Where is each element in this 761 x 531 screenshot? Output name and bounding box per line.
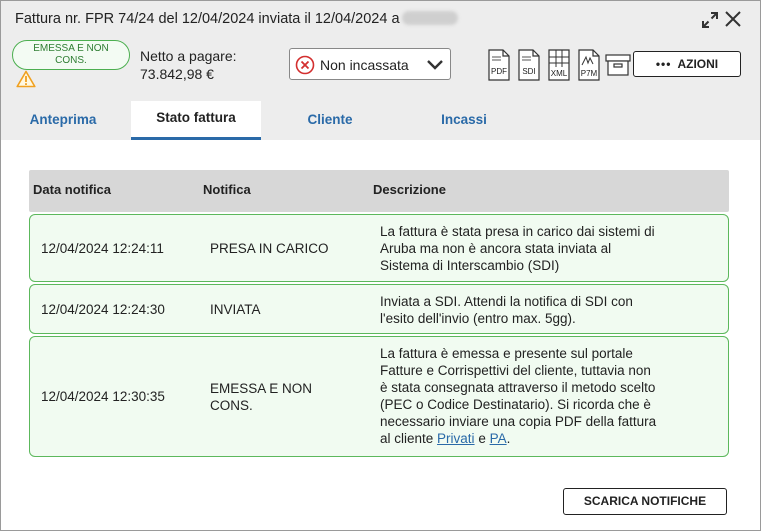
azioni-label: AZIONI — [677, 57, 719, 71]
tab-bar: Anteprima Stato fattura Cliente Incassi — [1, 101, 760, 140]
row-date: 12/04/2024 12:24:30 — [41, 302, 165, 317]
row-date: 12/04/2024 12:30:35 — [41, 389, 165, 404]
scarica-notifiche-button[interactable]: SCARICA NOTIFICHE — [563, 488, 727, 515]
expand-icon[interactable] — [701, 11, 719, 29]
row-notifica: INVIATA — [210, 302, 261, 317]
dialog-title-text: Fattura nr. FPR 74/24 del 12/04/2024 inv… — [15, 11, 400, 27]
row-descrizione: Inviata a SDI. Attendi la notifica di SD… — [380, 293, 680, 327]
col-data-notifica: Data notifica — [33, 182, 112, 197]
desc-line: è stata consegnata attraverso il metodo … — [380, 380, 656, 395]
desc-text: e — [474, 431, 490, 446]
status-badge-line2: CONS. — [55, 55, 87, 66]
table-header: Data notifica Notifica Descrizione — [29, 170, 729, 212]
invoice-dialog: Fattura nr. FPR 74/24 del 12/04/2024 inv… — [0, 0, 761, 531]
row-descrizione: La fattura è stata presa in carico dai s… — [380, 223, 680, 274]
tab-incassi[interactable]: Incassi — [421, 101, 507, 140]
row-date: 12/04/2024 12:24:11 — [41, 241, 164, 256]
desc-line: Aruba ma non è ancora stata inviata al — [380, 241, 612, 256]
desc-line: Inviata a SDI. Attendi la notifica di SD… — [380, 294, 633, 309]
close-icon[interactable] — [723, 9, 743, 29]
tab-stato-fattura[interactable]: Stato fattura — [131, 101, 261, 140]
xml-file-icon[interactable]: XML — [547, 49, 571, 81]
desc-text: . — [506, 431, 511, 446]
desc-line: La fattura è stata presa in carico dai s… — [380, 224, 655, 239]
more-dots-icon: ••• — [655, 57, 672, 71]
row-notifica: EMESSA E NON CONS. — [210, 380, 312, 414]
col-notifica: Notifica — [203, 182, 251, 197]
chevron-down-icon — [426, 58, 444, 72]
row-notifica: PRESA IN CARICO — [210, 241, 329, 256]
desc-line: (PEC o Codice Destinatario). Si ricorda … — [380, 397, 651, 412]
warning-icon[interactable] — [16, 70, 36, 88]
netto-value: 73.842,98 € — [140, 66, 214, 82]
dialog-header: Fattura nr. FPR 74/24 del 12/04/2024 inv… — [1, 1, 760, 140]
tab-cliente[interactable]: Cliente — [281, 101, 379, 140]
desc-line: al cliente Privati e PA. — [380, 430, 680, 447]
archive-icon[interactable] — [605, 49, 631, 81]
sdi-label: SDI — [522, 67, 535, 76]
pdf-file-icon[interactable]: PDF — [487, 49, 511, 81]
privati-link[interactable]: Privati — [437, 431, 475, 446]
desc-line: Fatture e Corrispettivi del cliente, tut… — [380, 363, 651, 378]
col-descrizione: Descrizione — [373, 182, 446, 197]
table-row: 12/04/2024 12:24:30 INVIATA Inviata a SD… — [29, 284, 729, 334]
notifica-line: CONS. — [210, 398, 253, 413]
dialog-title: Fattura nr. FPR 74/24 del 12/04/2024 inv… — [15, 11, 458, 27]
redacted-recipient — [401, 11, 458, 25]
table-row: 12/04/2024 12:30:35 EMESSA E NON CONS. L… — [29, 336, 729, 457]
netto-label: Netto a pagare: — [140, 48, 237, 64]
status-badge: EMESSA E NON CONS. — [12, 40, 130, 70]
payment-state-value: Non incassata — [320, 57, 409, 73]
row-descrizione: La fattura è emessa e presente sul porta… — [380, 345, 680, 447]
p7m-file-icon[interactable]: P7M — [577, 49, 601, 81]
status-badge-line1: EMESSA E NON — [33, 43, 109, 54]
sdi-file-icon[interactable]: SDI — [517, 49, 541, 81]
notifica-line: EMESSA E NON — [210, 381, 313, 396]
desc-line: La fattura è emessa e presente sul porta… — [380, 346, 633, 361]
azioni-button[interactable]: ••• AZIONI — [633, 51, 741, 77]
table-row: 12/04/2024 12:24:11 PRESA IN CARICO La f… — [29, 214, 729, 282]
cross-circle-icon — [295, 55, 315, 75]
xml-label: XML — [551, 69, 568, 78]
pa-link[interactable]: PA — [490, 431, 507, 446]
p7m-label: P7M — [581, 69, 598, 78]
desc-line: necessario inviare una copia PDF della f… — [380, 414, 657, 429]
desc-text: al cliente — [380, 431, 438, 446]
tab-anteprima[interactable]: Anteprima — [13, 101, 113, 140]
payment-state-select[interactable]: Non incassata — [289, 48, 451, 80]
desc-line: l'esito dell'invio (entro max. 5gg). — [380, 311, 576, 326]
pdf-label: PDF — [491, 67, 507, 76]
desc-line: Sistema di Interscambio (SDI) — [380, 258, 560, 273]
